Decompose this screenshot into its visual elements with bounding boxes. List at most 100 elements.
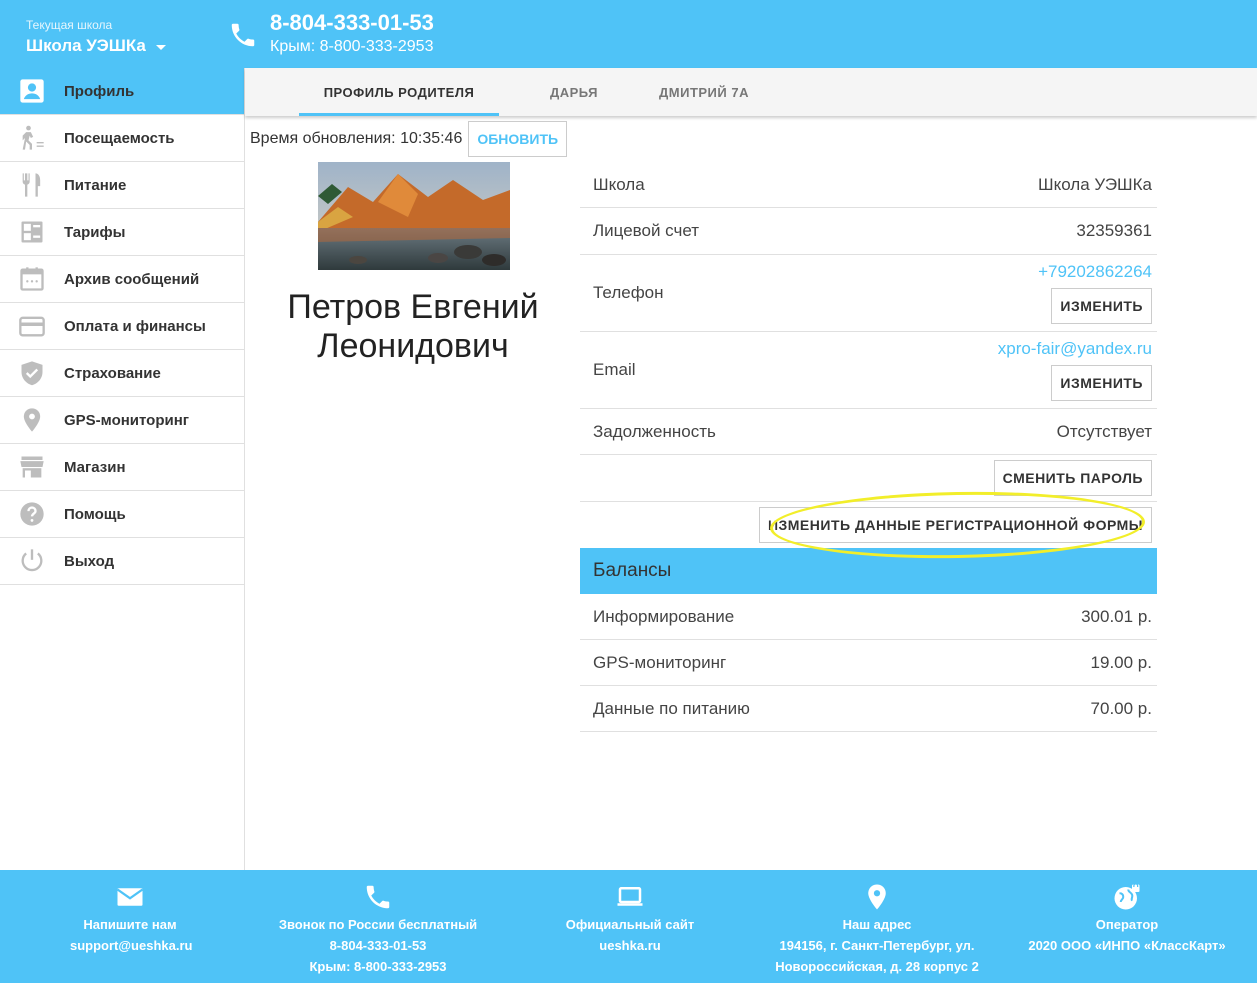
info-value: Школа УЭШКа [1038, 174, 1152, 194]
phone-icon [366, 885, 390, 909]
sidebar: Профиль Посещаемость Питание Тарифы Архи… [0, 68, 245, 870]
credit-card-icon [0, 312, 64, 340]
sidebar-item-messages-archive[interactable]: Архив сообщений [0, 256, 244, 303]
person-name: Петров Евгений Леонидович [287, 288, 539, 366]
calendar-icon [0, 265, 64, 293]
sidebar-item-label: Тарифы [64, 223, 126, 241]
sidebar-item-store[interactable]: Магазин [0, 444, 244, 491]
change-registration-form-button[interactable]: ИЗМЕНИТЬ ДАННЫЕ РЕГИСТРАЦИОННОЙ ФОРМЫ [758, 507, 1152, 543]
sidebar-item-tariffs[interactable]: Тарифы [0, 209, 244, 256]
phone-link[interactable]: +79202862264 [1038, 262, 1152, 282]
sidebar-item-label: Помощь [64, 505, 126, 523]
sidebar-item-label: Профиль [64, 82, 135, 100]
sidebar-item-payments[interactable]: Оплата и финансы [0, 303, 244, 350]
footer-call-crimea[interactable]: Крым: 8-800-333-2953 [268, 956, 488, 977]
laptop-icon [617, 887, 643, 906]
tab-label: ПРОФИЛЬ РОДИТЕЛЯ [323, 84, 475, 100]
sidebar-item-profile[interactable]: Профиль [0, 68, 244, 115]
balance-row: GPS-мониторинг 19.00 р. [580, 640, 1157, 686]
balance-label: GPS-мониторинг [593, 652, 727, 672]
info-value: Отсутствует [1056, 421, 1152, 441]
store-icon [0, 453, 64, 481]
school-selector[interactable]: Текущая школа Школа УЭШКа [26, 18, 166, 56]
sidebar-item-gps[interactable]: GPS-мониторинг [0, 397, 244, 444]
balance-row: Данные по питанию 70.00 р. [580, 686, 1157, 732]
tab-label: ДМИТРИЙ 7А [659, 84, 749, 100]
footer-address-title: Наш адрес [842, 917, 912, 932]
footer-site: Официальный сайт ueshka.ru [560, 882, 700, 956]
info-row-school: Школа Школа УЭШКа [580, 162, 1157, 208]
footer-write-title: Напишите нам [83, 917, 177, 932]
sidebar-item-label: Посещаемость [64, 129, 175, 147]
phone-icon [231, 23, 255, 47]
help-icon [0, 500, 64, 528]
email-controls: xpro-fair@yandex.ru ИЗМЕНИТЬ [998, 339, 1152, 401]
sidebar-item-attendance[interactable]: Посещаемость [0, 115, 244, 162]
change-phone-button[interactable]: ИЗМЕНИТЬ [1051, 288, 1152, 324]
footer-operator-title: Оператор [1095, 917, 1159, 932]
tab-darya[interactable]: ДАРЬЯ [529, 68, 619, 116]
footer-email-link[interactable]: support@ueshka.ru [70, 935, 192, 956]
fork-knife-icon [0, 171, 64, 199]
balance-label: Информирование [593, 606, 735, 626]
school-name[interactable]: Школа УЭШКа [26, 36, 166, 56]
sidebar-item-help[interactable]: Помощь [0, 491, 244, 538]
walker-icon [0, 124, 64, 152]
info-row-debt: Задолженность Отсутствует [580, 409, 1157, 455]
footer-write: Напишите нам support@ueshka.ru [70, 882, 192, 956]
caret-down-icon[interactable] [155, 45, 166, 50]
info-row-account: Лицевой счет 32359361 [580, 208, 1157, 255]
info-label: Телефон [593, 283, 664, 302]
profile-info: Школа Школа УЭШКа Лицевой счет 32359361 … [580, 162, 1157, 732]
profile-photo [318, 162, 510, 270]
balance-row: Информирование 300.01 р. [580, 594, 1157, 640]
footer-operator-name: 2020 ООО «ИНПО «КлассКарт» [1028, 938, 1226, 953]
update-time: Время обновления: 10:35:46 [250, 130, 463, 147]
info-label: Задолженность [593, 421, 716, 441]
balance-value: 300.01 р. [1081, 606, 1152, 626]
header-phones: 8-804-333-01-53 Крым: 8-800-333-2953 [270, 10, 434, 56]
info-row-phone: Телефон +79202862264 ИЗМЕНИТЬ [580, 255, 1157, 332]
footer-site-link[interactable]: ueshka.ru [560, 935, 700, 956]
sidebar-item-logout[interactable]: Выход [0, 538, 244, 585]
sidebar-item-insurance[interactable]: Страхование [0, 350, 244, 397]
sidebar-item-label: Питание [64, 176, 127, 194]
phone-controls: +79202862264 ИЗМЕНИТЬ [1038, 262, 1152, 324]
top-bar: Текущая школа Школа УЭШКа 8-804-333-01-5… [0, 0, 1257, 68]
secure-globe-icon [1114, 883, 1140, 910]
footer-call-title: Звонок по России бесплатный [278, 917, 478, 932]
location-pin-icon [868, 884, 886, 910]
phone-crimea[interactable]: Крым: 8-800-333-2953 [270, 38, 434, 56]
email-link[interactable]: xpro-fair@yandex.ru [998, 339, 1152, 359]
tab-dmitry[interactable]: ДМИТРИЙ 7А [649, 68, 759, 116]
tariff-grid-icon [0, 218, 64, 246]
power-icon [0, 547, 64, 575]
footer-address: Наш адрес 194156, г. Санкт-Петербург, ул… [768, 882, 986, 977]
change-email-button[interactable]: ИЗМЕНИТЬ [1051, 365, 1152, 401]
school-name-text: Школа УЭШКа [26, 36, 146, 55]
balances-header: Балансы [580, 548, 1157, 594]
school-caption: Текущая школа [26, 18, 113, 32]
sidebar-item-label: Архив сообщений [64, 270, 200, 288]
info-row-password: СМЕНИТЬ ПАРОЛЬ [580, 455, 1157, 502]
footer-call: Звонок по России бесплатный 8-804-333-01… [268, 882, 488, 977]
tab-parent-profile[interactable]: ПРОФИЛЬ РОДИТЕЛЯ [299, 68, 499, 116]
footer-operator: Оператор 2020 ООО «ИНПО «КлассКарт» [1022, 882, 1232, 956]
footer-address-line2: Новороссийская, д. 28 корпус 2 [775, 959, 979, 974]
info-label: Школа [593, 174, 645, 194]
footer-call-phone[interactable]: 8-804-333-01-53 [268, 935, 488, 956]
profile-tabs: ПРОФИЛЬ РОДИТЕЛЯ ДАРЬЯ ДМИТРИЙ 7А [245, 68, 1257, 116]
sidebar-item-label: Страхование [64, 364, 161, 382]
shield-icon [0, 359, 64, 387]
change-password-button[interactable]: СМЕНИТЬ ПАРОЛЬ [993, 460, 1152, 496]
tab-label: ДАРЬЯ [549, 84, 598, 100]
footer-address-line1: 194156, г. Санкт-Петербург, ул. [779, 938, 975, 953]
sidebar-item-label: Оплата и финансы [64, 317, 206, 335]
sidebar-item-label: Выход [64, 552, 115, 570]
update-row: Время обновления: 10:35:46 ОБНОВИТЬ [250, 121, 568, 157]
footer-site-title: Официальный сайт [565, 917, 695, 932]
sidebar-item-food[interactable]: Питание [0, 162, 244, 209]
refresh-button[interactable]: ОБНОВИТЬ [468, 121, 568, 157]
phone-main[interactable]: 8-804-333-01-53 [270, 10, 434, 36]
sidebar-item-label: Магазин [64, 458, 126, 476]
